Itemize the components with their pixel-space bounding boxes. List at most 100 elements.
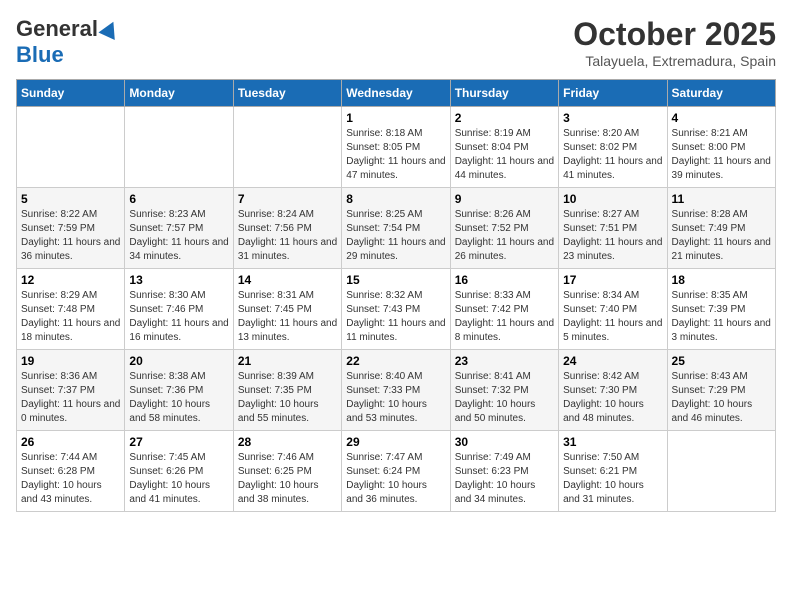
day-number: 16 [455,273,554,287]
calendar-day-cell: 24 Sunrise: 8:42 AM Sunset: 7:30 PM Dayli… [559,350,667,431]
calendar-day-cell: 4 Sunrise: 8:21 AM Sunset: 8:00 PM Daylig… [667,107,775,188]
day-info: Sunrise: 7:44 AM Sunset: 6:28 PM Dayligh… [21,451,120,507]
day-number: 2 [455,111,554,125]
day-info: Sunrise: 8:29 AM Sunset: 7:48 PM Dayligh… [21,289,120,345]
day-info: Sunrise: 8:23 AM Sunset: 7:57 PM Dayligh… [129,208,228,264]
day-number: 20 [129,354,228,368]
month-title: October 2025 [573,16,776,53]
calendar-day-cell [125,107,233,188]
calendar-day-cell: 7Sunrise: 8:24 AM Sunset: 7:56 PM Daylig… [233,188,341,269]
weekday-header: Sunday [17,80,125,107]
day-info: Sunrise: 7:49 AM Sunset: 6:23 PM Dayligh… [455,451,554,507]
location-title: Talayuela, Extremadura, Spain [573,53,776,69]
logo-blue: Blue [16,42,119,68]
calendar-header-row: SundayMondayTuesdayWednesdayThursdayFrid… [17,80,776,107]
day-info: Sunrise: 8:21 AM Sunset: 8:00 PM Dayligh… [672,127,771,183]
day-info: Sunrise: 8:22 AM Sunset: 7:59 PM Dayligh… [21,208,120,264]
day-info: Sunrise: 8:34 AM Sunset: 7:40 PM Dayligh… [563,289,662,345]
day-number: 26 [21,435,120,449]
calendar-day-cell: 1 Sunrise: 8:18 AM Sunset: 8:05 PM Daylig… [342,107,450,188]
day-info: Sunrise: 8:33 AM Sunset: 7:42 PM Dayligh… [455,289,554,345]
title-block: October 2025 Talayuela, Extremadura, Spa… [573,16,776,69]
calendar-day-cell: 20 Sunrise: 8:38 AM Sunset: 7:36 PM Dayli… [125,350,233,431]
day-number: 17 [563,273,662,287]
day-info: Sunrise: 8:40 AM Sunset: 7:33 PM Dayligh… [346,370,445,426]
calendar-day-cell: 30 Sunrise: 7:49 AM Sunset: 6:23 PM Dayli… [450,431,558,512]
day-number: 18 [672,273,771,287]
calendar-day-cell: 11 Sunrise: 8:28 AM Sunset: 7:49 PM Dayli… [667,188,775,269]
logo: General Blue [16,16,119,68]
day-number: 21 [238,354,337,368]
day-info: Sunrise: 8:26 AM Sunset: 7:52 PM Dayligh… [455,208,554,264]
day-info: Sunrise: 8:38 AM Sunset: 7:36 PM Dayligh… [129,370,228,426]
calendar-day-cell: 2 Sunrise: 8:19 AM Sunset: 8:04 PM Daylig… [450,107,558,188]
day-info: Sunrise: 8:28 AM Sunset: 7:49 PM Dayligh… [672,208,771,264]
calendar-week-row: 26 Sunrise: 7:44 AM Sunset: 6:28 PM Dayli… [17,431,776,512]
weekday-header: Wednesday [342,80,450,107]
calendar-day-cell [17,107,125,188]
day-info: Sunrise: 8:25 AM Sunset: 7:54 PM Dayligh… [346,208,445,264]
day-number: 3 [563,111,662,125]
calendar-day-cell: 21 Sunrise: 8:39 AM Sunset: 7:35 PM Dayli… [233,350,341,431]
day-number: 5 [21,192,120,206]
calendar-day-cell: 5 Sunrise: 8:22 AM Sunset: 7:59 PM Daylig… [17,188,125,269]
day-number: 13 [129,273,228,287]
day-info: Sunrise: 8:35 AM Sunset: 7:39 PM Dayligh… [672,289,771,345]
calendar-day-cell: 6Sunrise: 8:23 AM Sunset: 7:57 PM Daylig… [125,188,233,269]
day-number: 9 [455,192,554,206]
day-number: 22 [346,354,445,368]
day-info: Sunrise: 8:36 AM Sunset: 7:37 PM Dayligh… [21,370,120,426]
day-number: 10 [563,192,662,206]
calendar-day-cell: 23 Sunrise: 8:41 AM Sunset: 7:32 PM Dayli… [450,350,558,431]
calendar-day-cell: 14 Sunrise: 8:31 AM Sunset: 7:45 PM Dayli… [233,269,341,350]
day-number: 14 [238,273,337,287]
day-info: Sunrise: 8:32 AM Sunset: 7:43 PM Dayligh… [346,289,445,345]
calendar-day-cell: 8 Sunrise: 8:25 AM Sunset: 7:54 PM Daylig… [342,188,450,269]
calendar-day-cell: 17 Sunrise: 8:34 AM Sunset: 7:40 PM Dayli… [559,269,667,350]
day-number: 11 [672,192,771,206]
day-number: 23 [455,354,554,368]
day-number: 30 [455,435,554,449]
calendar-day-cell: 28Sunrise: 7:46 AM Sunset: 6:25 PM Dayli… [233,431,341,512]
logo-general: General [16,16,98,42]
day-info: Sunrise: 8:19 AM Sunset: 8:04 PM Dayligh… [455,127,554,183]
day-number: 12 [21,273,120,287]
calendar-day-cell: 12 Sunrise: 8:29 AM Sunset: 7:48 PM Dayli… [17,269,125,350]
day-number: 31 [563,435,662,449]
calendar-day-cell: 3 Sunrise: 8:20 AM Sunset: 8:02 PM Daylig… [559,107,667,188]
day-number: 24 [563,354,662,368]
day-info: Sunrise: 8:39 AM Sunset: 7:35 PM Dayligh… [238,370,337,426]
day-number: 15 [346,273,445,287]
page-header: General Blue October 2025 Talayuela, Ext… [16,16,776,69]
day-info: Sunrise: 8:18 AM Sunset: 8:05 PM Dayligh… [346,127,445,183]
calendar-day-cell: 22 Sunrise: 8:40 AM Sunset: 7:33 PM Dayli… [342,350,450,431]
day-info: Sunrise: 7:47 AM Sunset: 6:24 PM Dayligh… [346,451,445,507]
weekday-header: Thursday [450,80,558,107]
calendar-day-cell: 29Sunrise: 7:47 AM Sunset: 6:24 PM Dayli… [342,431,450,512]
logo-triangle-icon [98,18,121,40]
calendar-day-cell: 25Sunrise: 8:43 AM Sunset: 7:29 PM Dayli… [667,350,775,431]
day-info: Sunrise: 8:24 AM Sunset: 7:56 PM Dayligh… [238,208,337,264]
day-number: 4 [672,111,771,125]
weekday-header: Monday [125,80,233,107]
calendar-day-cell: 16 Sunrise: 8:33 AM Sunset: 7:42 PM Dayli… [450,269,558,350]
day-info: Sunrise: 8:42 AM Sunset: 7:30 PM Dayligh… [563,370,662,426]
day-number: 1 [346,111,445,125]
day-number: 8 [346,192,445,206]
day-info: Sunrise: 7:45 AM Sunset: 6:26 PM Dayligh… [129,451,228,507]
weekday-header: Saturday [667,80,775,107]
day-info: Sunrise: 8:41 AM Sunset: 7:32 PM Dayligh… [455,370,554,426]
calendar-day-cell: 19Sunrise: 8:36 AM Sunset: 7:37 PM Dayli… [17,350,125,431]
calendar-day-cell: 31Sunrise: 7:50 AM Sunset: 6:21 PM Dayli… [559,431,667,512]
day-info: Sunrise: 8:31 AM Sunset: 7:45 PM Dayligh… [238,289,337,345]
day-number: 27 [129,435,228,449]
weekday-header: Friday [559,80,667,107]
calendar-week-row: 1 Sunrise: 8:18 AM Sunset: 8:05 PM Daylig… [17,107,776,188]
calendar-week-row: 5 Sunrise: 8:22 AM Sunset: 7:59 PM Daylig… [17,188,776,269]
day-number: 28 [238,435,337,449]
day-info: Sunrise: 8:43 AM Sunset: 7:29 PM Dayligh… [672,370,771,426]
day-info: Sunrise: 8:20 AM Sunset: 8:02 PM Dayligh… [563,127,662,183]
calendar-table: SundayMondayTuesdayWednesdayThursdayFrid… [16,79,776,512]
calendar-day-cell: 26 Sunrise: 7:44 AM Sunset: 6:28 PM Dayli… [17,431,125,512]
calendar-day-cell: 13Sunrise: 8:30 AM Sunset: 7:46 PM Dayli… [125,269,233,350]
